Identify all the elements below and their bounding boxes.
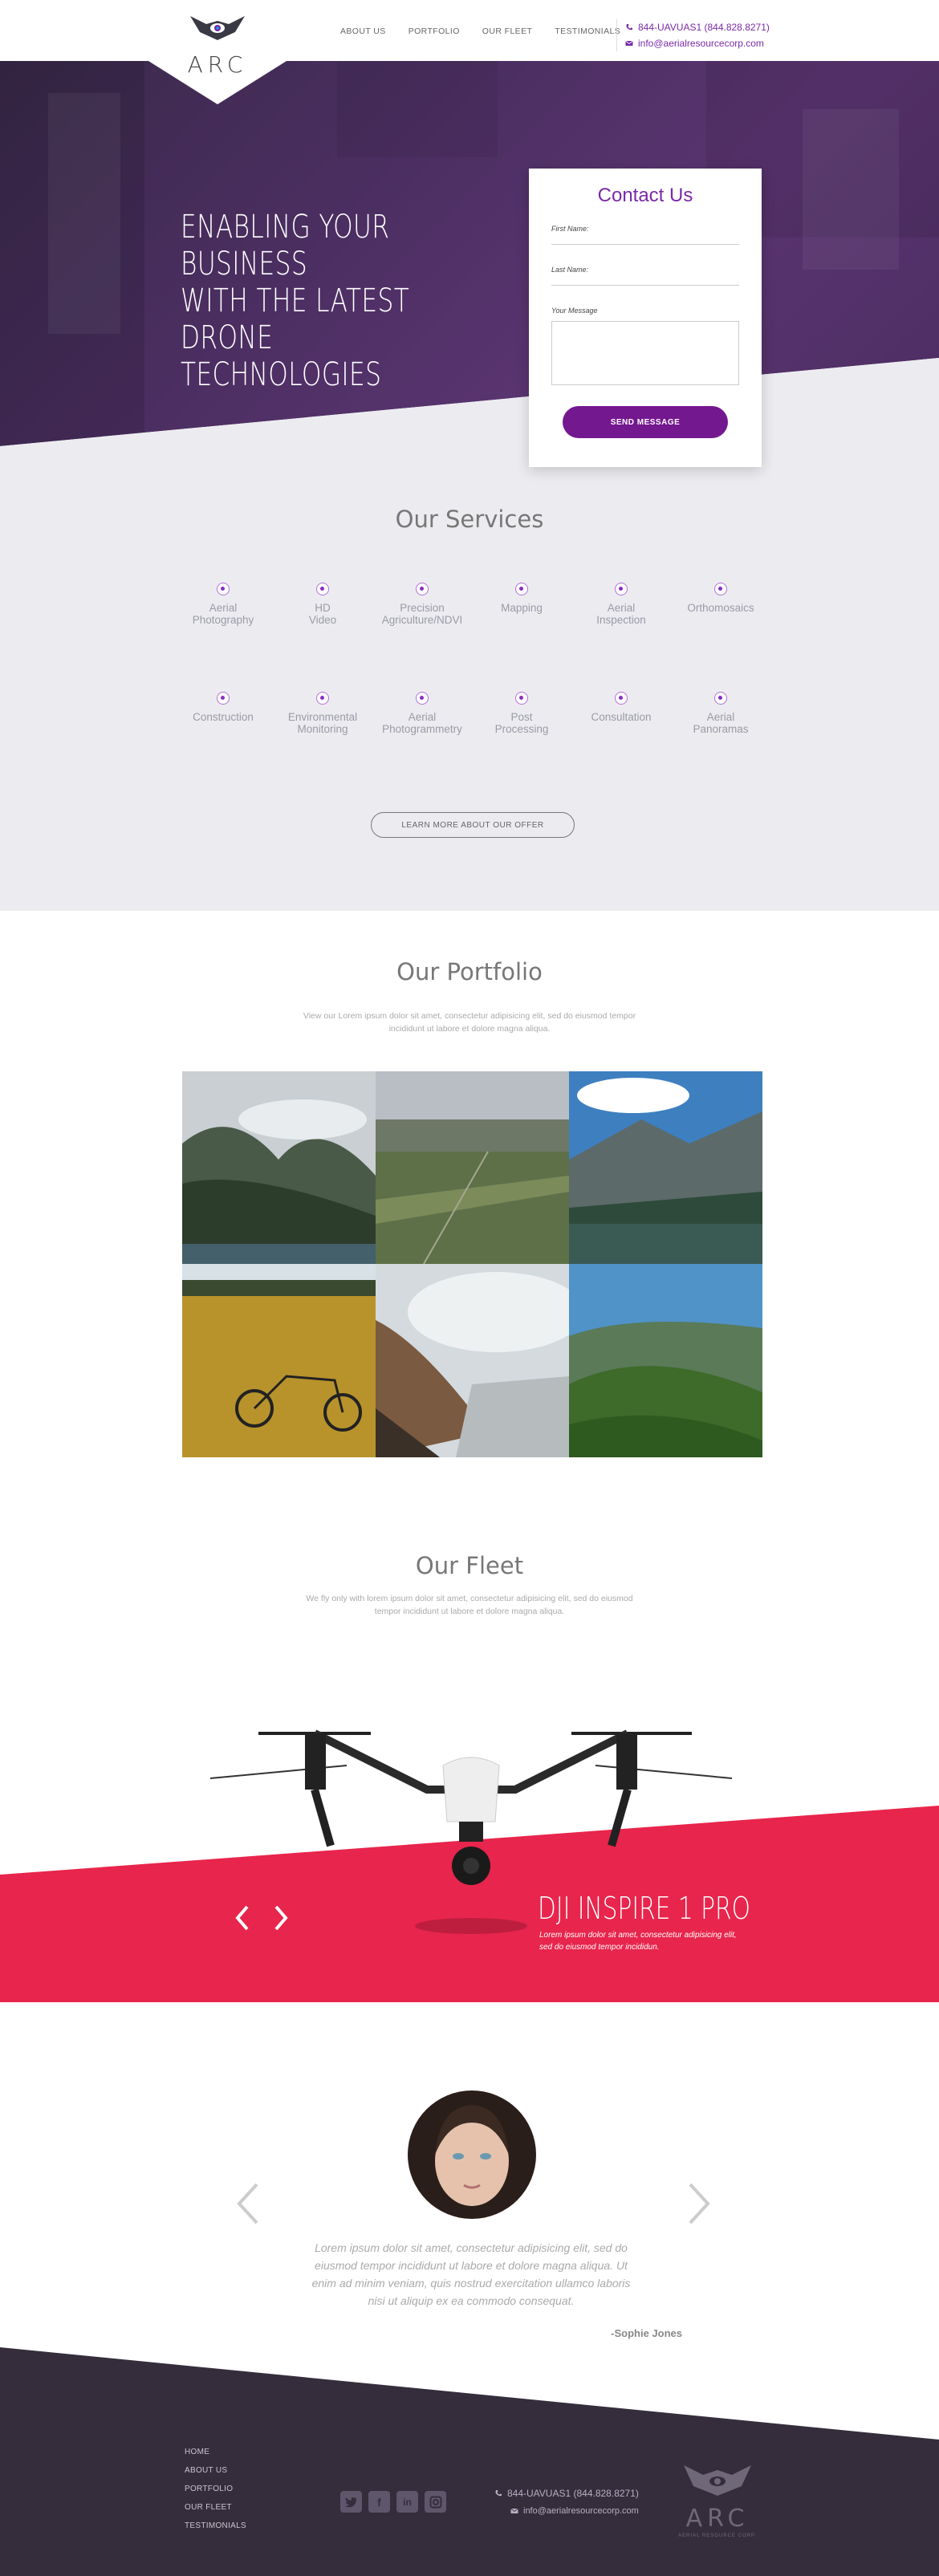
send-message-button[interactable]: SEND MESSAGE (563, 406, 728, 438)
portfolio-image[interactable] (569, 1264, 762, 1457)
svg-text:AERIAL RESOURCE CORP.: AERIAL RESOURCE CORP. (678, 2533, 757, 2538)
first-name-field[interactable]: First Name: (551, 225, 739, 245)
service-bullet-icon (714, 583, 727, 595)
logo[interactable]: ARC (148, 0, 287, 104)
main-nav: ABOUT US PORTFOLIO OUR FLEET TESTIMONIAL… (340, 26, 620, 36)
portfolio-image[interactable] (182, 1264, 376, 1457)
footer-email[interactable]: info@aerialresourcecorp.com (523, 2502, 639, 2520)
footer-link-our-fleet[interactable]: OUR FLEET (185, 2498, 246, 2517)
service-bullet-icon (515, 583, 528, 595)
phone-icon (495, 2490, 502, 2497)
mail-icon (625, 40, 633, 46)
service-item[interactable]: Environmental Monitoring (273, 689, 372, 756)
service-bullet-icon (316, 583, 329, 595)
service-item[interactable]: Orthomosaics (671, 579, 770, 647)
service-item[interactable]: Precision Agriculture/NDVI (372, 579, 472, 647)
footer-link-home[interactable]: HOME (185, 2443, 246, 2461)
service-bullet-icon (615, 692, 628, 705)
hero-title-line-1: ENABLING YOUR BUSINESS (181, 209, 390, 282)
portfolio-grid (182, 1071, 762, 1457)
message-textarea[interactable] (551, 321, 739, 385)
footer-link-about-us[interactable]: ABOUT US (185, 2461, 246, 2480)
hero-title-line-3: DRONE TECHNOLOGIES (181, 319, 382, 393)
message-label: Your Message (551, 307, 598, 315)
footer-phone[interactable]: 844-UAVUAS1 (844.828.8271) (507, 2485, 639, 2502)
testimonial-quote: Lorem ipsum dolor sit amet, consectetur … (311, 2241, 631, 2307)
fleet-next-arrow[interactable] (273, 1904, 289, 1932)
portfolio-image[interactable] (569, 1071, 762, 1264)
service-item[interactable]: Post Processing (472, 689, 571, 756)
logo-text: ARC (188, 51, 248, 78)
services-grid: Aerial Photography HD Video Precision Agric… (173, 579, 770, 756)
portfolio-image[interactable] (376, 1071, 569, 1264)
instagram-icon[interactable] (425, 2491, 446, 2513)
service-item[interactable]: Aerial Inspection (571, 579, 671, 647)
mail-icon (510, 2508, 518, 2513)
page: ENABLING YOUR BUSINESS WITH THE LATEST D… (0, 0, 939, 2576)
portfolio-image[interactable] (376, 1264, 569, 1457)
fleet-title: Our Fleet (415, 1552, 524, 1579)
contact-form: Contact Us First Name: Last Name: Your M… (529, 169, 762, 467)
service-item[interactable]: Aerial Photogrammetry (372, 689, 472, 756)
social-links: f in (340, 2491, 446, 2513)
service-item[interactable]: HD Video (273, 579, 372, 647)
message-field[interactable]: Your Message (551, 307, 739, 385)
first-name-label: First Name: (551, 225, 589, 233)
contact-form-title: Contact Us (597, 185, 693, 206)
portfolio-image[interactable] (182, 1071, 376, 1264)
footer-contact: 844-UAVUAS1 (844.828.8271) info@aerialre… (494, 2485, 639, 2520)
first-name-input[interactable] (551, 244, 739, 245)
nav-our-fleet[interactable]: OUR FLEET (482, 26, 533, 36)
fleet-drone-description: Lorem ipsum dolor sit amet, consectetur … (539, 1931, 737, 1952)
service-bullet-icon (217, 692, 230, 705)
nav-about-us[interactable]: ABOUT US (340, 26, 386, 36)
fleet-prev-arrow[interactable] (234, 1904, 250, 1932)
portfolio-subtitle: View our Lorem ipsum dolor sit amet, con… (303, 1011, 636, 1034)
nav-testimonials[interactable]: TESTIMONIALS (555, 26, 620, 36)
avatar (408, 2090, 536, 2219)
service-bullet-icon (416, 583, 429, 595)
service-bullet-icon (316, 692, 329, 705)
last-name-label: Last Name: (551, 266, 589, 274)
service-bullet-icon (217, 583, 230, 595)
service-item[interactable]: Aerial Photography (173, 579, 273, 647)
phone-icon (626, 24, 632, 30)
last-name-field[interactable]: Last Name: (551, 266, 739, 286)
service-item[interactable]: Mapping (472, 579, 571, 647)
service-item[interactable]: Construction (173, 689, 273, 756)
fleet-subtitle: We fly only with lorem ipsum dolor sit a… (306, 1594, 633, 1616)
testimonial-next-arrow[interactable] (687, 2181, 711, 2226)
service-item[interactable]: Aerial Panoramas (671, 689, 770, 756)
fleet-drone-name: DJI INSPIRE 1 PRO (538, 1891, 750, 1926)
facebook-icon[interactable]: f (368, 2491, 390, 2513)
footer-links: HOME ABOUT US PORTFOLIO OUR FLEET TESTIM… (185, 2443, 246, 2535)
footer-link-testimonials[interactable]: TESTIMONIALS (185, 2517, 246, 2535)
twitter-icon[interactable] (340, 2491, 362, 2513)
footer-logo[interactable]: ARC AERIAL RESOURCE CORP. (673, 2462, 762, 2539)
footer-link-portfolio[interactable]: PORTFOLIO (185, 2480, 246, 2498)
portfolio-title: Our Portfolio (396, 958, 543, 985)
svg-text:ARC: ARC (686, 2505, 750, 2533)
testimonial-author: -Sophie Jones (611, 2327, 682, 2339)
service-bullet-icon (714, 692, 727, 705)
service-bullet-icon (615, 583, 628, 595)
header-email[interactable]: info@aerialresourcecorp.com (638, 35, 764, 51)
footer (0, 2347, 939, 2576)
services-title: Our Services (395, 506, 544, 533)
hero-title-line-2: WITH THE LATEST (181, 282, 410, 319)
service-item[interactable]: Consultation (571, 689, 671, 756)
nav-portfolio[interactable]: PORTFOLIO (409, 26, 460, 36)
hero-title: ENABLING YOUR BUSINESS WITH THE LATEST D… (181, 209, 444, 393)
service-bullet-icon (416, 692, 429, 705)
service-bullet-icon (515, 692, 528, 705)
last-name-input[interactable] (551, 285, 739, 286)
header: ABOUT US PORTFOLIO OUR FLEET TESTIMONIAL… (0, 0, 939, 61)
learn-more-button[interactable]: LEARN MORE ABOUT OUR OFFER (371, 812, 575, 838)
testimonial-prev-arrow[interactable] (236, 2181, 260, 2226)
header-contact: 844-UAVUAS1 (844.828.8271) info@aerialre… (616, 19, 770, 51)
header-phone[interactable]: 844-UAVUAS1 (844.828.8271) (638, 19, 770, 35)
linkedin-icon[interactable]: in (396, 2491, 418, 2513)
